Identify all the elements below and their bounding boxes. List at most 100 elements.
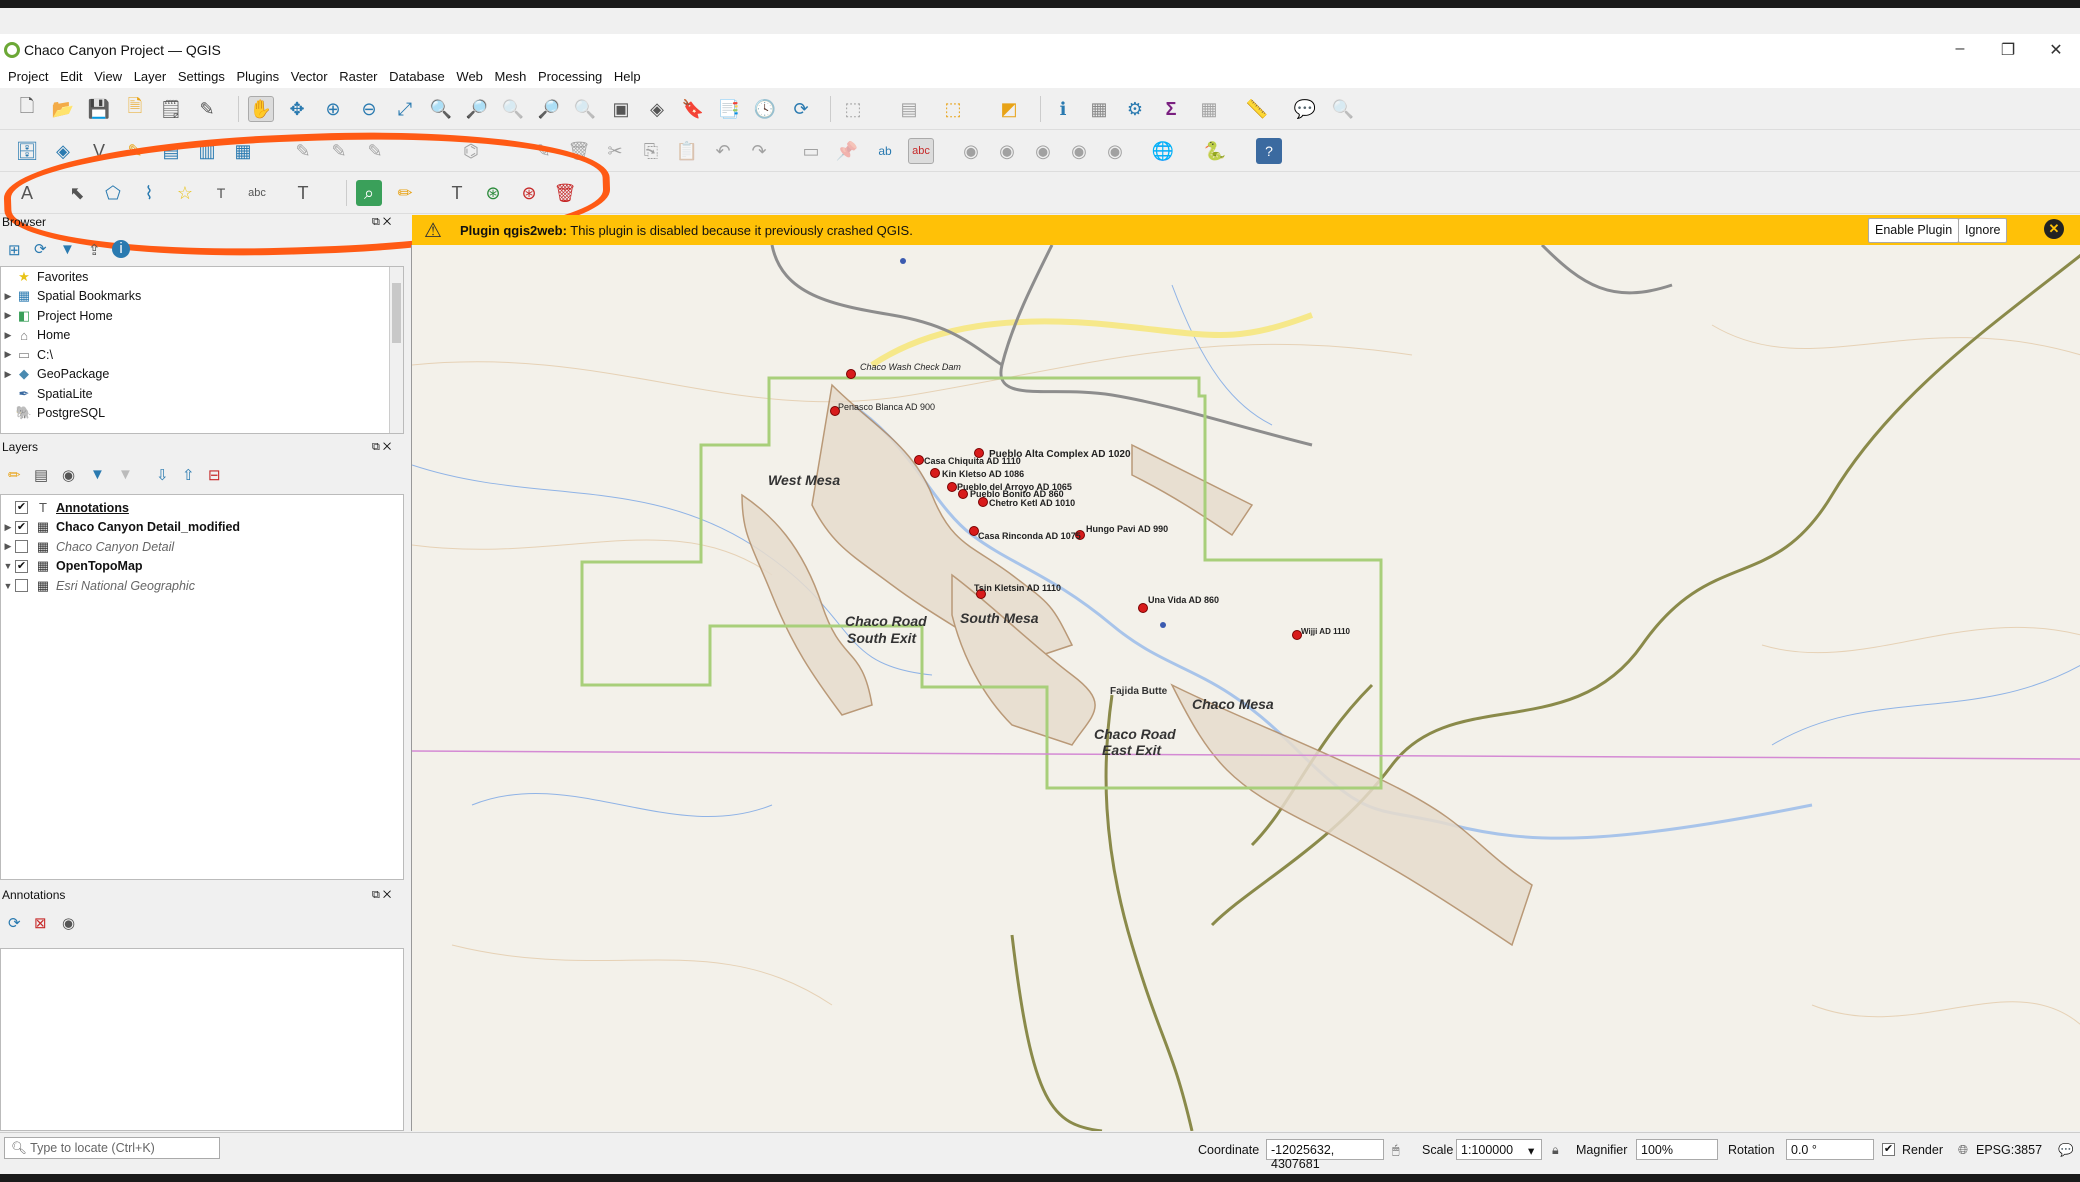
- show-unplaced-labels-icon[interactable]: abc: [908, 138, 934, 164]
- select-location-icon[interactable]: ◩: [996, 96, 1022, 122]
- redo-icon[interactable]: ↷: [746, 138, 772, 164]
- menu-view[interactable]: View: [94, 69, 122, 84]
- help-icon[interactable]: ?: [1256, 138, 1282, 164]
- crs-icon[interactable]: 🌐︎: [1958, 1143, 1968, 1158]
- map-tips-icon[interactable]: 💬: [1292, 96, 1318, 122]
- label-pin-icon[interactable]: 📌: [834, 138, 860, 164]
- menu-settings[interactable]: Settings: [178, 69, 225, 84]
- collapse-all-layers-icon[interactable]: ⇧: [182, 466, 195, 484]
- show-bookmarks-icon[interactable]: 📑: [716, 96, 742, 122]
- select-by-value-icon[interactable]: ▤: [896, 96, 922, 122]
- expand-arrow-icon[interactable]: ▶: [1, 349, 15, 360]
- paste-features-icon[interactable]: 📋: [674, 138, 700, 164]
- layer-labeling-icon[interactable]: ab: [872, 138, 898, 164]
- browser-item-project-home[interactable]: ▶ ◧ Project Home: [1, 306, 403, 326]
- manage-visibility-icon[interactable]: ◉: [62, 466, 75, 484]
- zoom-to-selection-icon[interactable]: 🔍: [428, 96, 454, 122]
- identify-features-icon[interactable]: ℹ: [1050, 96, 1076, 122]
- menu-raster[interactable]: Raster: [339, 69, 377, 84]
- new-map-view-icon[interactable]: ▣: [608, 96, 634, 122]
- render-checkbox[interactable]: ✔: [1882, 1143, 1895, 1156]
- save-project-icon[interactable]: 💾: [86, 96, 112, 122]
- python-console-icon[interactable]: 🐍: [1202, 138, 1228, 164]
- filter-browser-icon[interactable]: ▼: [60, 241, 75, 258]
- magnifier-field[interactable]: 100%: [1636, 1139, 1718, 1160]
- collapse-all-icon[interactable]: ⇪: [88, 241, 101, 259]
- add-group-icon[interactable]: ▤: [34, 466, 48, 484]
- cut-features-icon[interactable]: ✂: [602, 138, 628, 164]
- statistics-icon[interactable]: Σ: [1158, 96, 1184, 122]
- zoom-in-icon[interactable]: ⊕: [320, 96, 346, 122]
- scrollbar-thumb[interactable]: [392, 283, 401, 343]
- menu-help[interactable]: Help: [614, 69, 641, 84]
- annotations-list[interactable]: [0, 948, 404, 1131]
- browser-item-spatial-bookmarks[interactable]: ▶ ▦ Spatial Bookmarks: [1, 287, 403, 307]
- field-calculator-icon[interactable]: ⚙: [1122, 96, 1148, 122]
- locator-search-input[interactable]: 🔍︎ Type to locate (Ctrl+K): [4, 1137, 220, 1159]
- refresh-annotations-icon[interactable]: ⟳: [8, 914, 21, 932]
- expand-arrow-icon[interactable]: ▶: [1, 330, 15, 341]
- site-marker[interactable]: [846, 369, 856, 379]
- layer-item-opentopomap[interactable]: ▼ ✔ ▦ OpenTopoMap: [1, 557, 403, 577]
- new-bookmark-icon[interactable]: 🔖: [680, 96, 706, 122]
- lock-scale-icon[interactable]: 🔒︎: [1552, 1143, 1559, 1158]
- close-button[interactable]: ✕: [2036, 40, 2076, 60]
- zoom-next-icon[interactable]: 🔍: [572, 96, 598, 122]
- toggle-extents-icon[interactable]: 🖱: [1392, 1143, 1400, 1158]
- minimize-button[interactable]: –: [1940, 40, 1980, 58]
- browser-item-home[interactable]: ▶ ⌂ Home: [1, 326, 403, 346]
- site-marker[interactable]: [1138, 603, 1148, 613]
- browser-item-drive[interactable]: ▶ ▭ C:\: [1, 345, 403, 365]
- layer-visibility-checkbox[interactable]: [15, 540, 28, 554]
- open-project-icon[interactable]: 📂: [50, 96, 76, 122]
- layer-visibility-checkbox[interactable]: ✔: [15, 501, 28, 515]
- browser-item-postgresql[interactable]: 🐘 PostgreSQL: [1, 404, 403, 424]
- expand-all-icon[interactable]: ⇩: [156, 466, 169, 484]
- select-features-icon[interactable]: ⬚: [840, 96, 866, 122]
- layer-visibility-checkbox[interactable]: [15, 579, 28, 593]
- menu-web[interactable]: Web: [456, 69, 483, 84]
- layer-visibility-checkbox[interactable]: ✔: [15, 559, 28, 573]
- zoom-to-layer-icon[interactable]: 🔎: [464, 96, 490, 122]
- attribute-table-icon[interactable]: ▦: [1086, 96, 1112, 122]
- filter-legend-icon[interactable]: ▼: [90, 466, 105, 483]
- undo-icon[interactable]: ↶: [710, 138, 736, 164]
- menu-edit[interactable]: Edit: [60, 69, 82, 84]
- add-selected-icon[interactable]: ⊞: [8, 241, 21, 259]
- expand-arrow-icon[interactable]: ▶: [1, 541, 15, 552]
- site-marker[interactable]: [930, 468, 940, 478]
- refresh-icon[interactable]: ⟳: [788, 96, 814, 122]
- expand-arrow-icon[interactable]: ▶: [1, 310, 15, 321]
- restore-button[interactable]: ❐: [1988, 40, 2028, 60]
- menu-database[interactable]: Database: [389, 69, 445, 84]
- pin-labels-icon[interactable]: ◉: [958, 138, 984, 164]
- print-layout-icon[interactable]: 🗒: [158, 96, 184, 122]
- zoom-full-icon[interactable]: ⤢: [392, 96, 418, 122]
- save-as-icon[interactable]: 🗎: [122, 96, 148, 122]
- move-label-icon[interactable]: ◉: [1030, 138, 1056, 164]
- label-toolbar-icon[interactable]: ▭: [798, 138, 824, 164]
- zoom-out-icon[interactable]: ⊖: [356, 96, 382, 122]
- menu-project[interactable]: Project: [8, 69, 48, 84]
- menu-mesh[interactable]: Mesh: [495, 69, 527, 84]
- pan-to-selection-icon[interactable]: ✥: [284, 96, 310, 122]
- expand-arrow-icon[interactable]: ▼: [1, 561, 15, 571]
- remove-layer-icon[interactable]: ⊟: [208, 466, 221, 484]
- map-canvas[interactable]: Chaco Wash Check Dam Penasco Blanca AD 9…: [411, 243, 2080, 1133]
- toolbox-icon[interactable]: ▦: [1196, 96, 1222, 122]
- expand-arrow-icon[interactable]: ▶: [1, 369, 15, 380]
- change-label-icon[interactable]: ◉: [1102, 138, 1128, 164]
- annotation-visibility-icon[interactable]: ◉: [62, 914, 75, 932]
- enable-plugin-button[interactable]: Enable Plugin: [1868, 218, 1960, 243]
- highlight-pinned-icon[interactable]: ◉: [994, 138, 1020, 164]
- close-warning-icon[interactable]: ✕: [2044, 219, 2064, 239]
- coordinate-field[interactable]: -12025632, 4307681: [1266, 1139, 1384, 1171]
- layer-item-chaco-detail-modified[interactable]: ▶ ✔ ▦ Chaco Canyon Detail_modified: [1, 518, 403, 538]
- browser-scrollbar[interactable]: [389, 267, 403, 433]
- browser-item-spatialite[interactable]: ✒ SpatiaLite: [1, 384, 403, 404]
- expand-arrow-icon[interactable]: ▼: [1, 581, 15, 591]
- messages-icon[interactable]: 💬: [2058, 1143, 2074, 1158]
- data-source-manager-icon[interactable]: 🗄: [14, 138, 40, 164]
- temporal-controller-icon[interactable]: 🕓: [752, 96, 778, 122]
- rotation-field[interactable]: 0.0 °: [1786, 1139, 1874, 1160]
